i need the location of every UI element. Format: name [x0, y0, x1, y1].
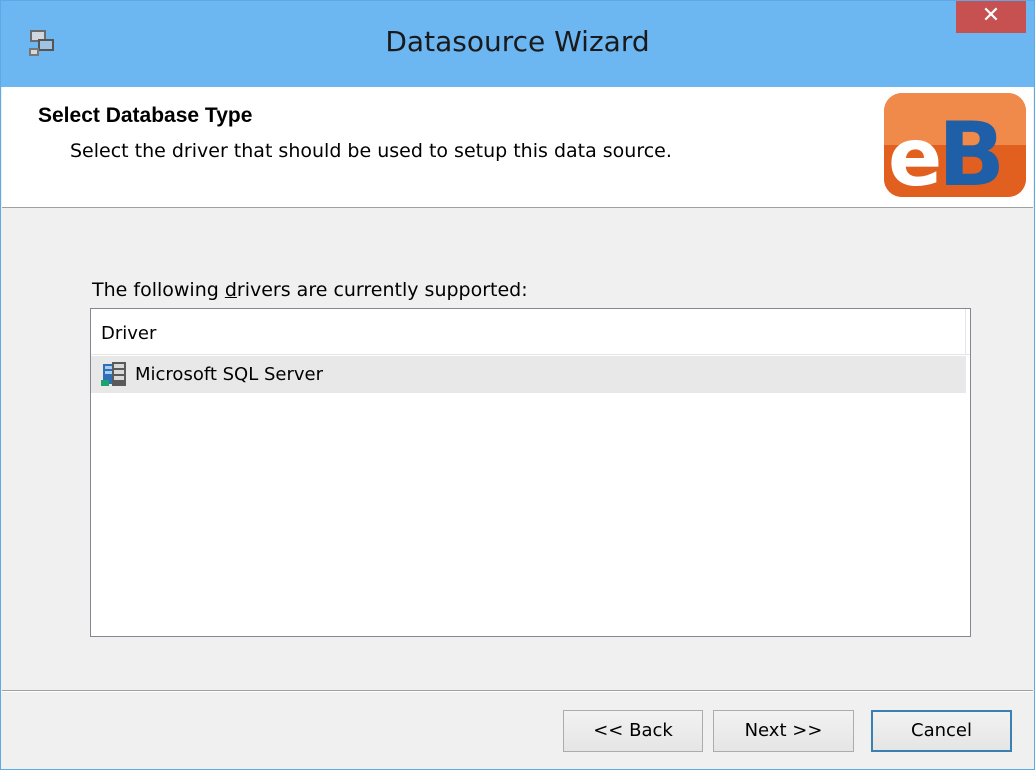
drivers-list-label: The following drivers are currently supp… [92, 279, 528, 301]
close-icon: ✕ [981, 3, 1001, 28]
back-button[interactable]: << Back [563, 710, 703, 752]
column-header-driver[interactable]: Driver [91, 309, 970, 355]
wizard-content: The following drivers are currently supp… [2, 209, 1033, 691]
cancel-button[interactable]: Cancel [871, 710, 1012, 752]
svg-text:B: B [938, 103, 1005, 197]
column-separator[interactable] [965, 309, 966, 355]
database-server-icon [101, 362, 126, 386]
eb-logo: e B [884, 93, 1026, 197]
wizard-window: Datasource Wizard ✕ Select Database Type… [0, 0, 1035, 770]
footer-divider-highlight [2, 691, 1033, 692]
page-title: Select Database Type [38, 104, 253, 127]
svg-text:e: e [888, 111, 942, 197]
wizard-header: Select Database Type Select the driver t… [2, 87, 1033, 208]
page-subtitle: Select the driver that should be used to… [70, 140, 672, 162]
next-button[interactable]: Next >> [713, 710, 854, 752]
list-item-label: Microsoft SQL Server [135, 364, 324, 385]
drivers-listview[interactable]: Driver Microsoft SQL Server [90, 308, 971, 637]
close-button[interactable]: ✕ [956, 1, 1026, 33]
column-header-label: Driver [101, 323, 157, 344]
window-title: Datasource Wizard [385, 25, 650, 58]
list-item[interactable]: Microsoft SQL Server [91, 356, 966, 393]
title-bar[interactable]: Datasource Wizard ✕ [1, 1, 1034, 87]
